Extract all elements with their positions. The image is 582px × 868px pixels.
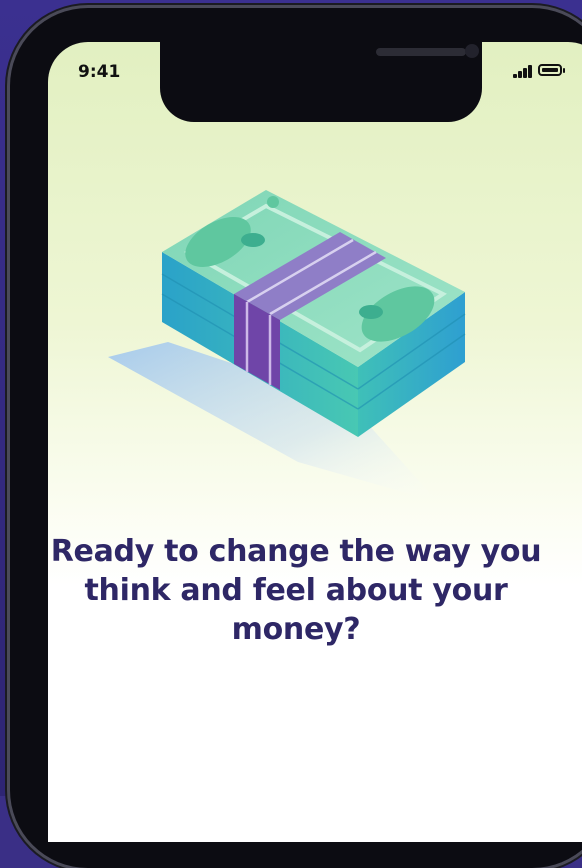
- bill-dot-right: [359, 305, 383, 319]
- phone-notch: [160, 42, 482, 122]
- onboarding-headline: Ready to change the way you think and fe…: [50, 534, 542, 647]
- bill-dot-left: [241, 233, 265, 247]
- cellular-signal-icon: [513, 64, 537, 78]
- status-bar-time: 9:41: [78, 62, 121, 82]
- battery-cap: [563, 68, 565, 73]
- front-camera: [465, 44, 479, 58]
- app-screen: 9:41 Ready to change the way you think a…: [48, 42, 582, 842]
- speaker-grille: [376, 48, 466, 56]
- bill-corner-dot: [267, 196, 279, 208]
- battery-icon: [538, 64, 562, 76]
